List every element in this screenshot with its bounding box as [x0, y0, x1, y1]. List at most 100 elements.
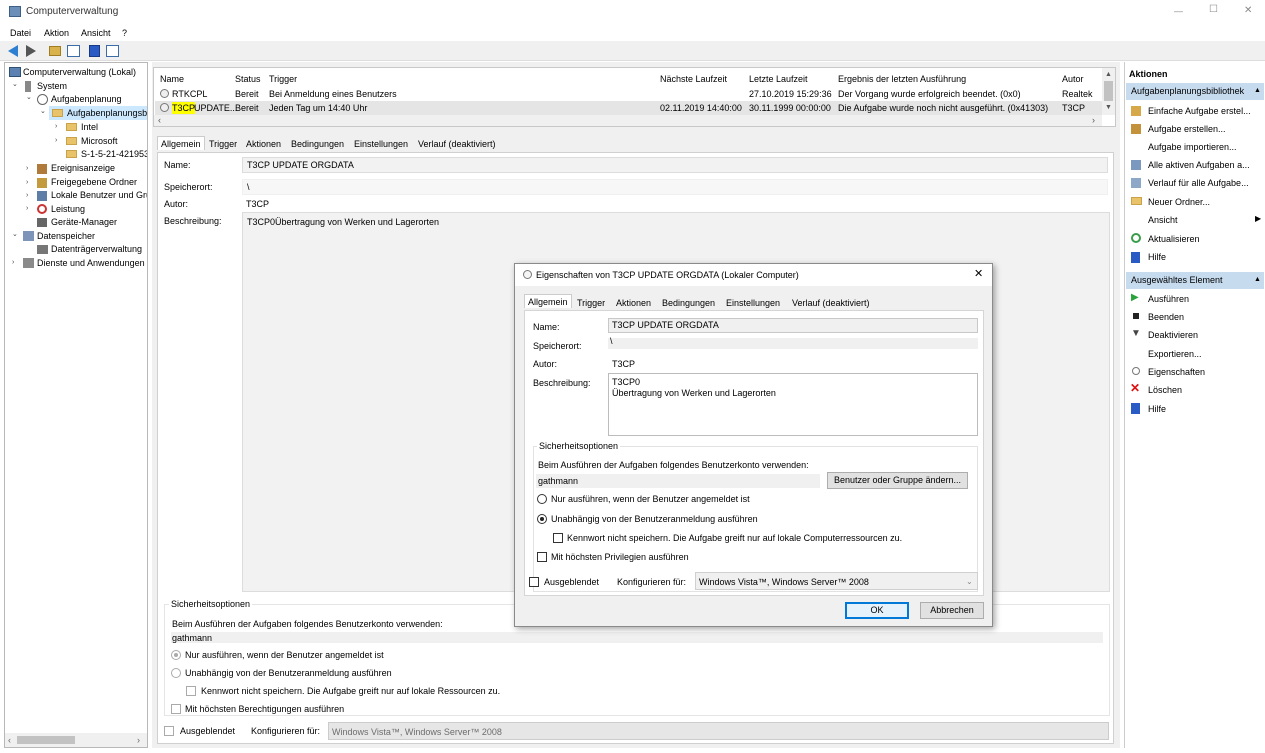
expand-arrow-icon[interactable]: ›: [26, 190, 28, 202]
change-user-button[interactable]: Benutzer oder Gruppe ändern...: [827, 472, 968, 489]
expand-arrow-icon[interactable]: ›: [26, 163, 28, 175]
dialog-tab-trigger[interactable]: Trigger: [574, 296, 608, 310]
scroll-left-icon[interactable]: ‹: [8, 734, 11, 746]
action-enable-history[interactable]: Verlauf für alle Aufgabe...: [1148, 177, 1249, 189]
tree-item-perf[interactable]: Leistung: [51, 203, 85, 215]
expand-arrow-icon[interactable]: ›: [12, 257, 14, 269]
action-help-selected[interactable]: Hilfe: [1148, 403, 1166, 415]
tree-item-library[interactable]: Aufgabenplanungsbibliothek: [67, 107, 147, 119]
menu-ansicht[interactable]: Ansicht: [81, 27, 111, 39]
ok-button[interactable]: OK: [845, 602, 909, 619]
expand-arrow-icon[interactable]: ›: [55, 121, 57, 133]
maximize-button[interactable]: ☐: [1209, 4, 1218, 16]
tree-item-shared[interactable]: Freigegebene Ordner: [51, 176, 137, 188]
action-create-task[interactable]: Aufgabe erstellen...: [1148, 123, 1226, 135]
radio-only-logged-on[interactable]: [171, 650, 181, 660]
scroll-left-icon[interactable]: ‹: [158, 114, 161, 126]
scroll-down-icon[interactable]: ▼: [1105, 102, 1112, 114]
dialog-description-field[interactable]: T3CP0 Übertragung von Werken und Lageror…: [608, 373, 978, 436]
dialog-tab-verlauf[interactable]: Verlauf (deaktiviert): [789, 296, 873, 310]
tab-bedingungen[interactable]: Bedingungen: [288, 137, 347, 151]
dialog-checkbox-highest[interactable]: [537, 552, 547, 562]
tree-item-system[interactable]: System: [37, 80, 67, 92]
section-selected-header[interactable]: Ausgewähltes Element ▲: [1126, 272, 1264, 289]
forward-arrow-icon[interactable]: [26, 45, 36, 57]
name-field[interactable]: T3CP UPDATE ORGDATA: [242, 157, 1108, 173]
expand-arrow-icon[interactable]: ⌄: [26, 92, 32, 104]
checkbox-no-password[interactable]: [186, 686, 196, 696]
dialog-name-field[interactable]: T3CP UPDATE ORGDATA: [608, 318, 978, 333]
expand-arrow-icon[interactable]: ›: [26, 203, 28, 215]
checkbox-highest[interactable]: [171, 704, 181, 714]
action-delete[interactable]: Löschen: [1148, 384, 1182, 396]
tree-item-users[interactable]: Lokale Benutzer und Gruppen: [51, 189, 147, 201]
dialog-tab-aktionen[interactable]: Aktionen: [613, 296, 654, 310]
tree-item-devmgr[interactable]: Geräte-Manager: [51, 216, 117, 228]
action-show-running[interactable]: Alle aktiven Aufgaben a...: [1148, 159, 1250, 171]
action-new-folder[interactable]: Neuer Ordner...: [1148, 196, 1210, 208]
scroll-right-icon[interactable]: ›: [1092, 114, 1095, 126]
table-row-selected[interactable]: T3CP UPDATE... Bereit Jeden Tag um 14:40…: [155, 101, 1105, 115]
action-import-task[interactable]: Aufgabe importieren...: [1148, 141, 1237, 153]
dialog-configure-select[interactable]: Windows Vista™, Windows Server™ 2008 ⌄: [695, 572, 978, 590]
table-row[interactable]: RTKCPL Bereit Bei Anmeldung eines Benutz…: [155, 87, 1105, 101]
tree-item-sid[interactable]: S-1-5-21-421953: [81, 148, 147, 160]
tasklist-vertical-scrollbar[interactable]: ▲ ▼: [1102, 68, 1115, 115]
tree-item-storage[interactable]: Datenspeicher: [37, 230, 95, 242]
tree-item-scheduler[interactable]: Aufgabenplanung: [51, 93, 122, 105]
expand-arrow-icon[interactable]: ⌄: [40, 106, 46, 118]
expand-arrow-icon[interactable]: ›: [55, 135, 57, 147]
tree-item-diskmgmt[interactable]: Datenträgerverwaltung: [51, 243, 142, 255]
back-arrow-icon[interactable]: [8, 45, 18, 57]
tree-item-events[interactable]: Ereignisanzeige: [51, 162, 115, 174]
scroll-thumb[interactable]: [1104, 81, 1113, 101]
dialog-checkbox-no-password[interactable]: [553, 533, 563, 543]
location-field[interactable]: \: [242, 179, 1108, 195]
tab-allgemein[interactable]: Allgemein: [157, 136, 205, 150]
action-run[interactable]: Ausführen: [1148, 293, 1189, 305]
checkbox-hidden[interactable]: [164, 726, 174, 736]
dialog-location-field[interactable]: \: [608, 336, 978, 349]
menu-help[interactable]: ?: [122, 27, 127, 39]
action-refresh[interactable]: Aktualisieren: [1148, 233, 1200, 245]
menu-datei[interactable]: Datei: [10, 27, 31, 39]
tree-item-intel[interactable]: Intel: [81, 121, 98, 133]
scroll-thumb[interactable]: [17, 736, 75, 744]
action-properties[interactable]: Eigenschaften: [1148, 366, 1205, 378]
column-header-author[interactable]: Autor: [1062, 73, 1084, 85]
dialog-close-icon[interactable]: ✕: [974, 268, 983, 280]
tab-verlauf[interactable]: Verlauf (deaktiviert): [415, 137, 499, 151]
action-create-basic-task[interactable]: Einfache Aufgabe erstel...: [1148, 105, 1251, 117]
column-header-trigger[interactable]: Trigger: [269, 73, 297, 85]
dialog-tab-einstellungen[interactable]: Einstellungen: [723, 296, 783, 310]
tab-einstellungen[interactable]: Einstellungen: [351, 137, 411, 151]
action-help[interactable]: Hilfe: [1148, 251, 1166, 263]
tree-item-services[interactable]: Dienste und Anwendungen: [37, 257, 145, 269]
dialog-radio-run-always[interactable]: [537, 514, 547, 524]
minimize-button[interactable]: —: [1174, 5, 1183, 17]
column-header-status[interactable]: Status: [235, 73, 261, 85]
column-header-last[interactable]: Letzte Laufzeit: [749, 73, 808, 85]
tab-aktionen[interactable]: Aktionen: [243, 137, 284, 151]
help-icon[interactable]: [89, 45, 100, 57]
scroll-right-icon[interactable]: ›: [137, 734, 140, 746]
action-disable[interactable]: Deaktivieren: [1148, 329, 1198, 341]
tree-horizontal-scrollbar[interactable]: ‹ ›: [5, 733, 147, 747]
column-header-next[interactable]: Nächste Laufzeit: [660, 73, 727, 85]
action-end[interactable]: Beenden: [1148, 311, 1184, 323]
radio-run-always[interactable]: [171, 668, 181, 678]
configure-select[interactable]: Windows Vista™, Windows Server™ 2008: [328, 722, 1109, 740]
expand-arrow-icon[interactable]: ⌄: [12, 79, 18, 91]
scroll-up-icon[interactable]: ▲: [1105, 69, 1112, 81]
collapse-arrow-icon[interactable]: ▲: [1254, 85, 1261, 97]
tree-item-root[interactable]: Computerverwaltung (Lokal): [23, 66, 136, 78]
menu-aktion[interactable]: Aktion: [44, 27, 69, 39]
show-hide-tree-icon[interactable]: [67, 45, 80, 57]
close-button[interactable]: ✕: [1244, 5, 1252, 17]
column-header-result[interactable]: Ergebnis der letzten Ausführung: [838, 73, 966, 85]
dialog-radio-only-logged-on[interactable]: [537, 494, 547, 504]
section-library-header[interactable]: Aufgabenplanungsbibliothek ▲: [1126, 83, 1264, 100]
column-header-name[interactable]: Name: [160, 73, 184, 85]
dialog-checkbox-hidden-box[interactable]: [529, 577, 539, 587]
dialog-tab-allgemein[interactable]: Allgemein: [524, 294, 572, 308]
